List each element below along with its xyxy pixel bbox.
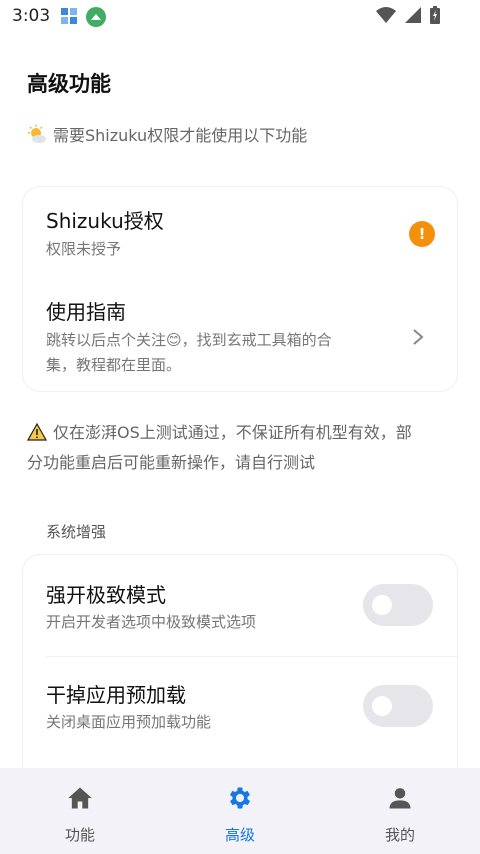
section-label-system: 系统增强	[46, 523, 107, 541]
guide-title: 使用指南	[46, 300, 126, 324]
warning-line1: 仅在澎湃OS上测试通过，不保证所有机型有效，部	[53, 423, 412, 442]
nav-label-features: 功能	[64, 826, 95, 844]
warning-line2: 分功能重启后可能重新操作，请自行测试	[27, 453, 316, 472]
nav-label-profile: 我的	[384, 826, 415, 844]
system-enhance-card: 强开极致模式 开启开发者选项中极致模式选项 干掉应用预加载 关闭桌面应用预加载功…	[22, 554, 458, 794]
extreme-mode-subtitle: 开启开发者选项中极致模式选项	[46, 613, 257, 631]
warning-badge-icon: !	[409, 221, 435, 247]
extreme-mode-toggle[interactable]	[363, 584, 433, 626]
guide-subtitle-line2: 集，教程都在里面。	[46, 356, 182, 374]
nav-item-advanced[interactable]: 高级	[160, 768, 320, 854]
auth-card: Shizuku授权 权限未授予 ! 使用指南 跳转以后点个关注😊，找到玄戒工具箱…	[22, 186, 458, 392]
compatibility-warning: 仅在澎湃OS上测试通过，不保证所有机型有效，部 分功能重启后可能重新操作，请自行…	[27, 418, 457, 478]
status-icons	[376, 6, 440, 24]
nav-label-advanced: 高级	[224, 826, 255, 844]
battery-icon	[430, 6, 440, 24]
bottom-nav: 功能 高级 我的	[0, 768, 480, 854]
wifi-icon	[376, 7, 396, 23]
nav-item-features[interactable]: 功能	[0, 768, 160, 854]
chevron-right-icon	[413, 329, 424, 345]
app-grid-icon	[60, 7, 78, 25]
toggle-knob	[372, 696, 392, 716]
status-bar: 3:03	[0, 0, 480, 32]
preload-title: 干掉应用预加载	[46, 683, 186, 707]
app-status-icon	[86, 7, 107, 27]
preload-toggle[interactable]	[363, 685, 433, 727]
guide-subtitle-line1: 跳转以后点个关注😊，找到玄戒工具箱的合	[46, 331, 332, 349]
shizuku-auth-item[interactable]: Shizuku授权 权限未授予 !	[23, 187, 457, 277]
extreme-mode-title: 强开极致模式	[46, 583, 166, 607]
nav-item-profile[interactable]: 我的	[320, 768, 480, 854]
shizuku-auth-title: Shizuku授权	[46, 209, 164, 233]
toggle-knob	[372, 595, 392, 615]
gear-icon	[229, 787, 251, 809]
guide-item[interactable]: 使用指南 跳转以后点个关注😊，找到玄戒工具箱的合 集，教程都在里面。	[23, 287, 457, 387]
preload-subtitle: 关闭桌面应用预加载功能	[46, 713, 212, 731]
shizuku-auth-status: 权限未授予	[46, 240, 122, 258]
guide-subtitle: 跳转以后点个关注😊，找到玄戒工具箱的合 集，教程都在里面。	[46, 328, 332, 378]
signal-icon	[405, 7, 421, 23]
person-icon	[389, 788, 411, 809]
extreme-mode-item: 强开极致模式 开启开发者选项中极致模式选项	[23, 555, 457, 655]
warning-triangle-icon	[27, 423, 47, 441]
notice-text: 需要Shizuku权限才能使用以下功能	[53, 126, 308, 145]
status-time: 3:03	[12, 6, 51, 26]
sun-cloud-icon	[28, 124, 46, 143]
page-title: 高级功能	[27, 72, 111, 96]
preload-item: 干掉应用预加载 关闭桌面应用预加载功能	[23, 657, 457, 757]
home-icon	[68, 787, 92, 809]
permission-notice: 需要Shizuku权限才能使用以下功能	[27, 122, 307, 146]
